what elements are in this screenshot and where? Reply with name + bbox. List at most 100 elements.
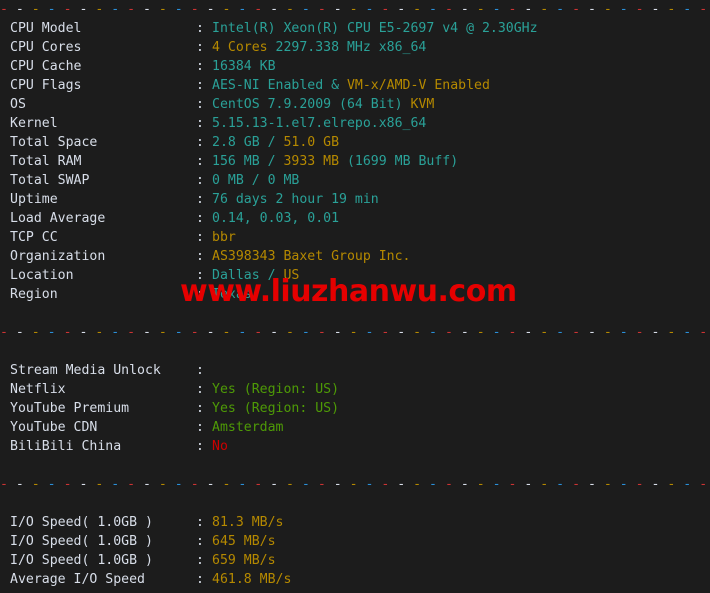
row-value: 0 MB / 0 MB xyxy=(212,173,300,188)
row-colon: : xyxy=(196,154,204,169)
output-row: I/O Speed( 1.0GB ):659 MB/s xyxy=(0,551,710,570)
row-colon: : xyxy=(196,40,204,55)
output-row: Uptime:76 days 2 hour 19 min xyxy=(0,190,710,209)
row-label: YouTube CDN xyxy=(10,420,98,435)
row-label: Average I/O Speed xyxy=(10,572,145,587)
row-value: 645 MB/s xyxy=(212,534,276,549)
row-colon: : xyxy=(196,515,204,530)
row-colon: : xyxy=(196,439,204,454)
output-row: I/O Speed( 1.0GB ):645 MB/s xyxy=(0,532,710,551)
row-value: 659 MB/s xyxy=(212,553,276,568)
row-colon: : xyxy=(196,363,204,378)
row-value: Intel(R) Xeon(R) CPU E5-2697 v4 @ 2.30GH… xyxy=(212,21,538,36)
row-label: YouTube Premium xyxy=(10,401,130,416)
row-colon: : xyxy=(196,116,204,131)
row-colon: : xyxy=(196,230,204,245)
output-row: Total SWAP:0 MB / 0 MB xyxy=(0,171,710,190)
row-label: Netflix xyxy=(10,382,66,397)
terminal-window: - - - - - - - - - - - - - - - - - - - - … xyxy=(0,0,710,593)
output-row: CPU Model: Intel(R) Xeon(R) CPU E5-2697 v… xyxy=(0,19,710,38)
row-label: OS xyxy=(10,97,26,112)
row-colon: : xyxy=(196,192,204,207)
row-label: I/O Speed( 1.0GB ) xyxy=(10,534,153,549)
row-value: AES-NI Enabled xyxy=(212,78,324,93)
output-row: Kernel:5.15.13-1.el7.elrepo.x86_64 xyxy=(0,114,710,133)
output-row: TCP CC: bbr xyxy=(0,228,710,247)
row-colon: : xyxy=(196,211,204,226)
row-value: / xyxy=(267,135,284,150)
row-colon: : xyxy=(196,382,204,397)
row-value: (1699 MB Buff) xyxy=(339,154,459,169)
row-value: 3933 MB xyxy=(283,154,340,169)
output-row: Stream Media Unlock: xyxy=(0,361,710,380)
row-value: 16384 KB xyxy=(212,59,276,74)
output-row: YouTube Premium: Yes (Region: US) xyxy=(0,399,710,418)
row-value: bbr xyxy=(212,230,236,245)
row-value: Yes (Region: US) xyxy=(212,382,340,397)
row-value: / xyxy=(267,154,284,169)
row-value: 2297.338 MHz x86_64 xyxy=(267,40,427,55)
separator-stream-media-unlock: - - - - - - - - - - - - - - - - - - - - … xyxy=(0,325,708,340)
row-label: Organization xyxy=(10,249,106,264)
row-value: No xyxy=(212,439,228,454)
output-row: Organization: AS398343 Baxet Group Inc. xyxy=(0,247,710,266)
row-label: I/O Speed( 1.0GB ) xyxy=(10,515,153,530)
output-row: OS: CentOS 7.9.2009 (64 Bit) KVM xyxy=(0,95,710,114)
row-value: 76 days 2 hour 19 min xyxy=(212,192,379,207)
row-label: Total SWAP xyxy=(10,173,90,188)
row-colon: : xyxy=(196,249,204,264)
output-row: YouTube CDN: Amsterdam xyxy=(0,418,710,437)
row-value: 461.8 MB/s xyxy=(212,572,292,587)
row-label: Total RAM xyxy=(10,154,82,169)
row-value: VM-x/AMD-V Enabled xyxy=(346,78,490,93)
row-value: 4 Cores xyxy=(212,40,268,55)
output-row: Total Space:2.8 GB / 51.0 GB xyxy=(0,133,710,152)
row-label: Total Space xyxy=(10,135,98,150)
row-colon: : xyxy=(196,21,204,36)
output-row: CPU Cores:4 Cores 2297.338 MHz x86_64 xyxy=(0,38,710,57)
row-value: AS398343 Baxet Group Inc. xyxy=(212,249,411,264)
output-row: CPU Flags: AES-NI Enabled & VM-x/AMD-V En… xyxy=(0,76,710,95)
row-value: 2.8 GB xyxy=(212,135,268,150)
row-value: CentOS 7.9.2009 (64 Bit) xyxy=(212,97,411,112)
row-label: CPU Model xyxy=(10,21,82,36)
output-row: CPU Cache:16384 KB xyxy=(0,57,710,76)
output-row: Load Average:0.14, 0.03, 0.01 xyxy=(0,209,710,228)
row-colon: : xyxy=(196,572,204,587)
row-colon: : xyxy=(196,59,204,74)
row-label: BiliBili China xyxy=(10,439,122,454)
separator-top: - - - - - - - - - - - - - - - - - - - - … xyxy=(0,2,708,17)
row-label: CPU Cores xyxy=(10,40,82,55)
row-value: 81.3 MB/s xyxy=(212,515,284,530)
output-row: BiliBili China: No xyxy=(0,437,710,456)
row-colon: : xyxy=(196,420,204,435)
row-colon: : xyxy=(196,78,204,93)
row-value: Yes (Region: US) xyxy=(212,401,340,416)
output-row: Netflix: Yes (Region: US) xyxy=(0,380,710,399)
row-label: TCP CC xyxy=(10,230,58,245)
site-watermark: www.liuzhanwu.com xyxy=(180,274,517,309)
row-label: Location xyxy=(10,268,74,283)
row-colon: : xyxy=(196,401,204,416)
row-label: CPU Flags xyxy=(10,78,82,93)
row-label: Uptime xyxy=(10,192,58,207)
row-value: KVM xyxy=(410,97,435,112)
output-row: Average I/O Speed:461.8 MB/s xyxy=(0,570,710,589)
row-label: Kernel xyxy=(10,116,58,131)
row-label: Stream Media Unlock xyxy=(10,363,161,378)
row-value: 5.15.13-1.el7.elrepo.x86_64 xyxy=(212,116,427,131)
row-value: 0.14, 0.03, 0.01 xyxy=(212,211,340,226)
row-colon: : xyxy=(196,97,204,112)
row-value: Amsterdam xyxy=(212,420,284,435)
row-colon: : xyxy=(196,135,204,150)
separator-io-speed: - - - - - - - - - - - - - - - - - - - - … xyxy=(0,477,708,492)
row-colon: : xyxy=(196,553,204,568)
row-label: Region xyxy=(10,287,58,302)
row-label: Load Average xyxy=(10,211,106,226)
row-value: & xyxy=(323,78,347,93)
output-row: I/O Speed( 1.0GB ):81.3 MB/s xyxy=(0,513,710,532)
